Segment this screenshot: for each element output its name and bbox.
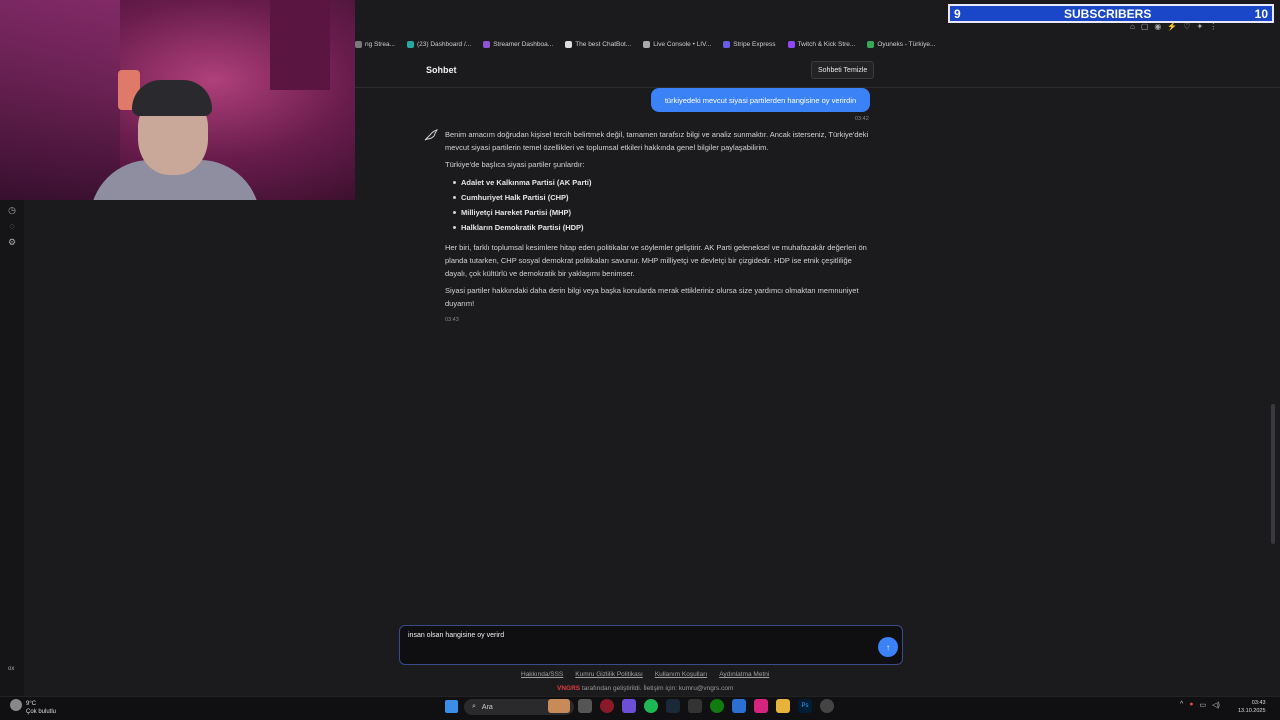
instagram-icon[interactable]: [754, 699, 768, 713]
list-item: Adalet ve Kalkınma Partisi (AK Parti): [453, 175, 875, 190]
subscriber-label: SUBSCRIBERS: [1063, 6, 1152, 21]
assistant-message-time: 03:43: [445, 317, 459, 323]
epic-icon[interactable]: [688, 699, 702, 713]
camera-icon[interactable]: ◉: [1154, 22, 1161, 34]
bookmark-icon: [867, 40, 875, 48]
bolt-icon[interactable]: ⚡: [1167, 22, 1177, 34]
search-icon: ⌕: [472, 703, 476, 710]
app-icon[interactable]: [732, 699, 746, 713]
footer-link-terms[interactable]: Kullanım Koşulları: [655, 671, 707, 678]
assistant-message: Benim amacım doğrudan kişisel tercih bel…: [445, 128, 875, 327]
credit-text: tarafından geliştirildi. İletişim için: …: [581, 685, 734, 692]
taskbar-apps: Ps: [548, 699, 834, 713]
weather-icon[interactable]: [10, 699, 22, 711]
brand-name[interactable]: VNGRS: [557, 685, 580, 692]
webcam-overlay: [0, 0, 355, 200]
send-button[interactable]: ↑: [878, 637, 898, 657]
opera-icon[interactable]: [600, 699, 614, 713]
bookmark-icon: [407, 40, 414, 48]
search-label: Ara: [481, 703, 493, 711]
chat-icon[interactable]: ◌: [0, 218, 24, 234]
bird-icon: [423, 127, 439, 143]
taskbar-clock[interactable]: 03:43 13.10.2025: [1238, 699, 1266, 715]
system-tray: ^ ● ▭ ◁): [1180, 701, 1220, 709]
weather-widget[interactable]: 9°C Çok bulutlu: [26, 700, 56, 716]
bookmark[interactable]: Live Console • LIV...: [643, 40, 711, 48]
scrollbar[interactable]: [1271, 404, 1275, 544]
footer-link-privacy[interactable]: Kumru Gizlilik Politikası: [575, 671, 643, 678]
tab-icon[interactable]: ▢: [1141, 22, 1149, 34]
widget-icon[interactable]: [548, 699, 570, 713]
messenger-icon[interactable]: [622, 699, 636, 713]
footer-links: Hakkında/SSS Kumru Gizlilik Politikası K…: [521, 671, 769, 678]
pin-icon[interactable]: ⌂: [1130, 22, 1135, 34]
start-icon[interactable]: [445, 700, 458, 713]
microphone-icon[interactable]: ●: [1189, 701, 1193, 709]
footer-credit: VNGRS tarafından geliştirildi. İletişim …: [557, 685, 733, 692]
bookmark[interactable]: Twitch & Kick Stre...: [787, 40, 855, 48]
spotify-icon[interactable]: [644, 699, 658, 713]
list-item: Halkların Demokratik Partisi (HDP): [453, 220, 875, 235]
heart-icon[interactable]: ♡: [1183, 22, 1190, 34]
weather-condition: Çok bulutlu: [26, 709, 57, 715]
list-item: Cumhuriyet Halk Partisi (CHP): [453, 190, 875, 205]
assistant-paragraph: Türkiye'de başlıca siyasi partiler şunla…: [445, 160, 585, 169]
bookmark-icon: [355, 40, 362, 48]
volume-icon[interactable]: ◁): [1212, 701, 1220, 709]
clock-date: 13.10.2025: [1238, 708, 1266, 714]
bookmark-icon: [643, 40, 651, 48]
assistant-paragraph: Siyasi partiler hakkındaki daha derin bi…: [445, 286, 859, 308]
assistant-paragraph: Her biri, farklı toplumsal kesimlere hit…: [445, 243, 867, 278]
subscriber-count: 9: [954, 6, 961, 21]
bookmarks-bar: ng Strea... (23) Dashboard /... Streamer…: [355, 36, 1280, 52]
obs-icon[interactable]: [820, 699, 834, 713]
clear-chat-button[interactable]: Sohbeti Temizle: [811, 61, 875, 79]
bookmark-icon: [787, 40, 795, 48]
clock-time: 03:43: [1251, 700, 1266, 706]
left-sidebar: ◷ ◌ ⚙: [0, 200, 24, 720]
subscriber-goal-banner: 9 SUBSCRIBERS 10: [948, 4, 1274, 23]
message-input[interactable]: insan olsan hangisine oy verird: [399, 625, 903, 665]
task-view-icon[interactable]: [578, 699, 592, 713]
folder-icon[interactable]: [776, 699, 790, 713]
extensions-icon[interactable]: ✦: [1197, 22, 1204, 34]
footer-link-disclosure[interactable]: Aydınlatma Metni: [719, 671, 769, 678]
page-title: Sohbet: [426, 65, 457, 75]
menu-icon[interactable]: ⋮: [1209, 22, 1217, 34]
bookmark-icon: [565, 40, 573, 48]
user-message-time: 03:42: [855, 116, 869, 122]
party-list: Adalet ve Kalkınma Partisi (AK Parti) Cu…: [453, 175, 875, 235]
bookmark-icon: [483, 40, 491, 48]
temperature: 9°C: [26, 701, 37, 707]
user-message: türkiyedeki mevcut siyasi partilerden ha…: [651, 88, 870, 112]
steam-icon[interactable]: [666, 699, 680, 713]
arrow-up-icon: ↑: [886, 642, 890, 652]
assistant-paragraph: Benim amacım doğrudan kişisel tercih bel…: [445, 130, 869, 152]
chevron-up-icon[interactable]: ^: [1180, 701, 1183, 709]
network-icon[interactable]: ▭: [1200, 701, 1207, 709]
history-icon[interactable]: ◷: [0, 202, 24, 218]
browser-toolbar: ⌂ ▢ ◉ ⚡ ♡ ✦ ⋮: [1130, 22, 1276, 34]
footer-link-about[interactable]: Hakkında/SSS: [521, 671, 563, 678]
sidebar-footer-label: ox: [8, 666, 15, 672]
bookmark[interactable]: Streamer Dashboa...: [483, 40, 553, 48]
list-item: Milliyetçi Hareket Partisi (MHP): [453, 205, 875, 220]
bookmark[interactable]: (23) Dashboard /...: [407, 40, 471, 48]
bookmark[interactable]: The best ChatBot...: [565, 40, 631, 48]
photoshop-icon[interactable]: Ps: [798, 699, 812, 713]
bookmark[interactable]: Stripe Express: [723, 40, 776, 48]
subscriber-goal: 10: [1254, 6, 1268, 21]
settings-icon[interactable]: ⚙: [0, 234, 24, 250]
xbox-icon[interactable]: [710, 699, 724, 713]
bookmark-icon: [723, 40, 731, 48]
bookmark[interactable]: Oyuneks - Türkiye...: [867, 40, 935, 48]
bookmark[interactable]: ng Strea...: [355, 40, 395, 48]
